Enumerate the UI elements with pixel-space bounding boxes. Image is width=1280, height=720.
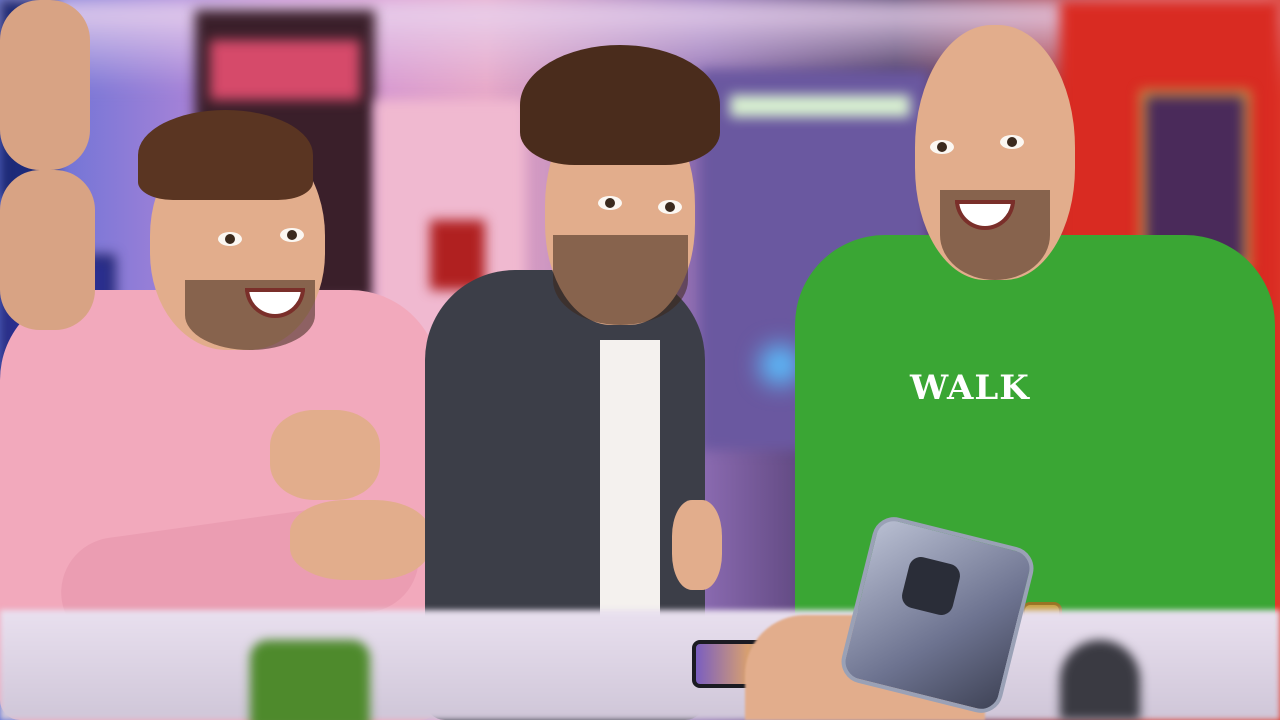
tattooed-arm xyxy=(0,170,95,330)
green-mug xyxy=(250,640,370,720)
eye xyxy=(218,232,242,246)
eye xyxy=(598,196,622,210)
hand xyxy=(270,410,380,500)
eye xyxy=(1000,135,1024,149)
hand xyxy=(672,500,722,590)
eye xyxy=(930,140,954,154)
blue-light xyxy=(760,345,800,385)
shelf-glow xyxy=(210,40,360,100)
beard xyxy=(553,235,688,325)
arm xyxy=(0,0,90,170)
pointing-hand xyxy=(290,500,430,580)
microphone xyxy=(1060,640,1140,720)
person-green-shirt: WALK xyxy=(0,0,1275,660)
photo-scene: WALK xyxy=(0,0,1280,720)
eye xyxy=(280,228,304,242)
light-strip xyxy=(730,95,910,117)
hair xyxy=(520,45,720,165)
eye xyxy=(658,200,682,214)
shirt-print-text: WALK xyxy=(910,368,1030,408)
hair xyxy=(138,110,313,200)
white-tshirt xyxy=(600,340,660,620)
